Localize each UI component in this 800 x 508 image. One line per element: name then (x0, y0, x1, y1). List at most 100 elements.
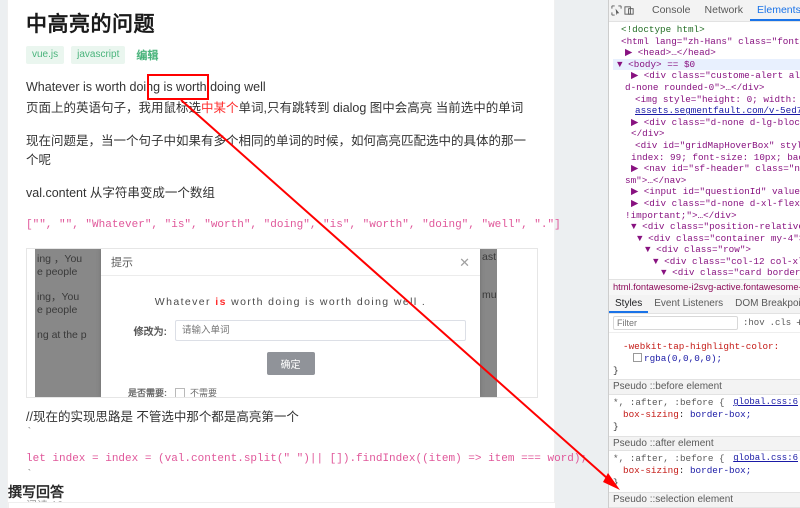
annotation-highlight-box (147, 74, 209, 100)
code-tick-1: ` (26, 427, 33, 439)
word-input[interactable] (175, 320, 466, 341)
dom-line: <!doctype html> (621, 24, 705, 35)
dom-line-link[interactable]: assets.segmentfault.com/v-5ed762bb/glob (613, 105, 800, 117)
dom-line: d-none rounded-0">…</div> (625, 81, 765, 93)
code-array-literal: ["", "", "Whatever", "is", "worth", "doi… (26, 219, 561, 231)
confirm-button[interactable]: 确定 (266, 352, 315, 375)
dom-line: index: 99; font-size: 10px; background: (631, 151, 800, 163)
dom-line: <div id="gridMapHoverBox" style="positi (635, 139, 800, 151)
dom-line[interactable]: ▶ <nav id="sf-header" class="navbar navb… (613, 163, 800, 175)
screenshot-root: 中高亮的问题 vue.js javascript 编辑 Whatever is … (0, 0, 800, 508)
devtools-tabs: Console Network Elements So (645, 0, 800, 21)
hov-toggle[interactable]: :hov (743, 318, 765, 328)
breadcrumb[interactable]: html.fontawesome-i2svg-active.fontawesom… (609, 279, 800, 295)
edit-link[interactable]: 编辑 (136, 47, 158, 63)
dialog-field-label: 修改为: (133, 327, 167, 338)
dialog-button-row: 确定 (101, 352, 480, 375)
shot-overlay-right (480, 249, 497, 397)
paragraph-2-b: 单词,只有跳转到 dialog 图中会高亮 当前选中的单词 (238, 101, 524, 115)
checkbox-icon[interactable] (175, 387, 185, 397)
devtools-toolbar: Console Network Elements So (609, 0, 800, 22)
dom-line[interactable]: ▶ <head>…</head> (613, 47, 800, 59)
device-toolbar-icon[interactable] (624, 2, 635, 19)
embedded-screenshot: ing ，You e people ing，You e people ng at… (26, 248, 538, 398)
style-rule-close: } (613, 420, 619, 432)
dialog-sentence-highlight: is (215, 296, 227, 308)
style-rule-after[interactable]: global.css:6 *, :after, :before { box-si… (609, 451, 800, 491)
write-answer-title: 撰写回答 (8, 484, 64, 500)
page-title: 中高亮的问题 (26, 13, 155, 36)
dom-line: sm">…</nav> (625, 174, 687, 186)
pseudo-after-header: Pseudo ::after element (609, 435, 800, 452)
code-comment: //现在的实现思路是 不管选中那个都是高亮第一个 (26, 410, 299, 424)
dom-line[interactable]: ▼ <div class="card border-0 mb-4"> (613, 267, 800, 279)
shot-right-line-1: ast (482, 251, 497, 263)
dom-line: <img style="height: 0; width: 0; displa (635, 93, 797, 105)
shot-left-line-2: e people (37, 266, 78, 278)
new-style-rule-button[interactable]: + (796, 317, 800, 329)
close-icon[interactable]: ✕ (459, 256, 470, 269)
filter-input[interactable] (613, 316, 738, 330)
colon: : (678, 465, 690, 477)
dom-line[interactable]: ▶ <div class="d-none d-xl-flex justify-c… (613, 198, 800, 210)
dom-line[interactable]: ▶ <div class="d-none d-lg-block text-cen… (613, 117, 800, 129)
code-tick-2: ` (26, 469, 33, 481)
dom-line: </div> (631, 128, 665, 140)
colon: : (678, 408, 690, 420)
shot-left-line-4: e people (37, 304, 78, 316)
paragraph-2-highlight: 中某个 (201, 101, 239, 115)
pseudo-before-header: Pseudo ::before element (609, 379, 800, 396)
dom-line[interactable]: ▼ <div class="row"> (613, 244, 800, 256)
dom-line[interactable]: ▼ <div class="position-relative"> (613, 221, 800, 233)
dom-line[interactable]: ▼ <div class="col-12 col-xl w-0"> (613, 256, 800, 268)
style-rule-close: } (613, 476, 619, 488)
tab-console[interactable]: Console (645, 0, 698, 21)
style-rule-close: } (613, 364, 619, 376)
shot-left-line-3: ing，You (37, 291, 80, 303)
dialog-form-row: 修改为: (115, 320, 466, 341)
paragraph-1: Whatever is worth doing is worth doing w… (26, 80, 266, 94)
dialog-sentence-after: worth doing is worth doing well . (231, 296, 427, 308)
style-rule-before[interactable]: global.css:6 *, :after, :before { box-si… (609, 395, 800, 435)
dialog-checkbox-row: 是否需要: 不需要 (115, 386, 466, 398)
inspect-element-icon[interactable] (611, 2, 622, 19)
styles-pane[interactable]: -webkit-tap-highlight-color: rgba(0,0,0,… (609, 333, 800, 508)
dom-line[interactable]: ▼ <div class="container my-4"> (613, 233, 800, 245)
style-declaration[interactable]: box-sizing: border-box; (613, 465, 797, 477)
dialog-sentence-before: Whatever (154, 296, 211, 308)
dom-line-selected[interactable]: ▼ <body> == $0 (613, 58, 800, 71)
tag-vuejs[interactable]: vue.js (26, 46, 65, 64)
tag-javascript[interactable]: javascript (71, 46, 126, 64)
question-card: 中高亮的问题 vue.js javascript 编辑 Whatever is … (8, 0, 588, 508)
cls-toggle[interactable]: .cls (770, 318, 792, 328)
code-line: let index = index = (val.content.split("… (26, 453, 588, 465)
styles-subtabs: Styles Event Listeners DOM Breakpoints P… (609, 295, 800, 314)
color-swatch[interactable] (633, 352, 642, 362)
dialog-checkbox-text: 不需要 (190, 388, 218, 398)
subtab-event-listeners[interactable]: Event Listeners (648, 295, 729, 313)
question-body: Whatever is worth doing is worth doing w… (8, 74, 588, 481)
style-prop[interactable]: -webkit-tap-highlight-color: (613, 341, 797, 353)
tab-network[interactable]: Network (698, 0, 751, 21)
devtools-panel: Console Network Elements So <!doctype ht… (608, 0, 800, 508)
shot-left-line-5: ng at the p (37, 329, 87, 341)
dom-line[interactable]: ▶ <div class="custome-alert alert alert-… (613, 70, 800, 82)
modal-dialog: 提示 ✕ Whatever is worth doing is worth do… (101, 249, 480, 397)
styles-filter-bar: :hov .cls + (609, 314, 800, 333)
subtab-styles[interactable]: Styles (609, 295, 648, 313)
style-value[interactable]: rgba(0,0,0,0); (613, 352, 797, 365)
dialog-header: 提示 ✕ (101, 249, 480, 276)
subtab-dom-breakpoints[interactable]: DOM Breakpoints (729, 295, 800, 313)
style-rule-partial[interactable]: -webkit-tap-highlight-color: rgba(0,0,0,… (609, 333, 800, 379)
stylesheet-source-link[interactable]: global.css:6 (733, 453, 798, 465)
paragraph-2: 页面上的英语句子，我用鼠标选中某个单词,只有跳转到 dialog 图中会高亮 当… (26, 99, 536, 118)
style-declaration[interactable]: box-sizing: border-box; (613, 409, 797, 421)
write-answer-editor[interactable] (8, 502, 556, 508)
stylesheet-source-link[interactable]: global.css:6 (733, 397, 798, 409)
dialog-sentence: Whatever is worth doing is worth doing w… (101, 296, 480, 308)
dialog-checkbox-label: 是否需要: (128, 388, 167, 398)
pseudo-selection-header: Pseudo ::selection element (609, 491, 800, 508)
dom-tree[interactable]: <!doctype html> <html lang="zh-Hans" cla… (609, 22, 800, 281)
dom-line[interactable]: ▶ <input id="questionId" value="10100000… (613, 186, 800, 198)
tab-elements[interactable]: Elements (750, 0, 800, 21)
